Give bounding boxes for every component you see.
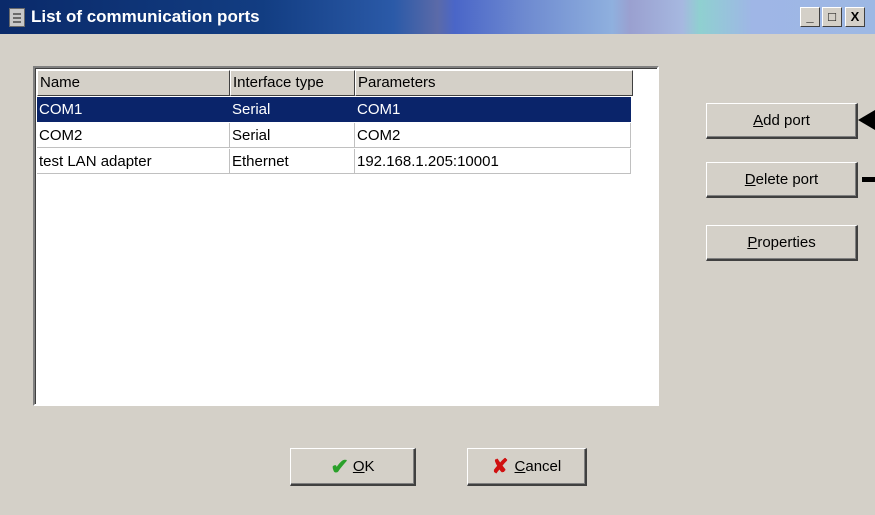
properties-label: roperties (757, 234, 816, 251)
table-row[interactable]: COM1 Serial COM1 (37, 97, 631, 123)
document-icon (9, 8, 25, 27)
delete-port-mnemonic: D (744, 171, 756, 188)
pointer-line (862, 177, 875, 182)
cancel-button[interactable]: ✘ Cancel (467, 448, 587, 486)
title-bar[interactable]: List of communication ports _ □ X (0, 0, 875, 34)
column-header-name[interactable]: Name (37, 70, 230, 96)
add-port-button[interactable]: Add port (706, 103, 858, 139)
cell-name: COM1 (37, 97, 230, 122)
properties-mnemonic: P (747, 234, 758, 251)
window-title: List of communication ports (31, 7, 260, 26)
cell-parameters: 192.168.1.205:10001 (355, 149, 631, 174)
column-header-parameters[interactable]: Parameters (355, 70, 633, 96)
add-port-label: dd port (763, 112, 810, 129)
cell-name: test LAN adapter (37, 149, 230, 174)
table-row[interactable]: test LAN adapter Ethernet 192.168.1.205:… (37, 149, 631, 175)
cell-parameters: COM1 (355, 97, 631, 122)
cell-interface-type: Ethernet (230, 149, 355, 174)
cell-interface-type: Serial (230, 97, 355, 122)
cell-name: COM2 (37, 123, 230, 148)
ports-list[interactable]: Name Interface type Parameters COM1 Seri… (33, 66, 659, 406)
cancel-label: ancel (525, 458, 562, 475)
x-icon: ✘ (491, 456, 509, 479)
delete-port-label: elete port (755, 171, 819, 188)
ok-mnemonic: O (352, 458, 365, 475)
maximize-button[interactable]: □ (822, 7, 842, 27)
ok-button[interactable]: ✔ OK (290, 448, 416, 486)
add-port-mnemonic: A (753, 112, 764, 129)
ok-label: K (364, 458, 375, 475)
minimize-button[interactable]: _ (800, 7, 820, 27)
cell-parameters: COM2 (355, 123, 631, 148)
properties-button[interactable]: Properties (706, 225, 858, 261)
table-row[interactable]: COM2 Serial COM2 (37, 123, 631, 149)
column-header-interface-type[interactable]: Interface type (230, 70, 355, 96)
delete-port-button[interactable]: Delete port (706, 162, 858, 198)
cancel-mnemonic: C (514, 458, 526, 475)
check-icon: ✔ (330, 454, 349, 480)
arrow-left-icon (858, 110, 875, 130)
cell-interface-type: Serial (230, 123, 355, 148)
close-button[interactable]: X (845, 7, 865, 27)
